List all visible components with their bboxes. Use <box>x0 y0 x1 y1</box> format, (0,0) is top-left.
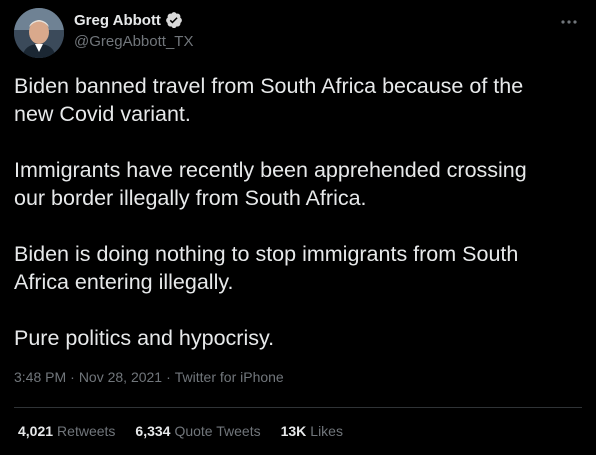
retweets-label: Retweets <box>57 423 116 439</box>
tweet-text: Biden banned travel from South Africa be… <box>14 72 582 352</box>
quote-tweets-label: Quote Tweets <box>174 423 261 439</box>
likes-label: Likes <box>310 423 343 439</box>
tweet-source[interactable]: Twitter for iPhone <box>175 369 284 385</box>
meta-separator: · <box>166 369 171 385</box>
avatar-image <box>14 8 64 58</box>
engagement-stats: 4,021 Retweets 6,334 Quote Tweets 13K Likes <box>18 423 363 439</box>
quote-tweets-stat[interactable]: 6,334 Quote Tweets <box>135 423 260 439</box>
tweet-container: Greg Abbott @GregAbbott_TX Biden banned … <box>0 0 596 455</box>
verified-badge-icon <box>165 11 183 29</box>
tweet-date[interactable]: Nov 28, 2021 <box>79 369 162 385</box>
tweet-header: Greg Abbott @GregAbbott_TX <box>14 8 582 60</box>
retweets-stat[interactable]: 4,021 Retweets <box>18 423 115 439</box>
tweet-meta: 3:48 PM · Nov 28, 2021 · Twitter for iPhone <box>14 369 284 385</box>
meta-separator: · <box>70 369 75 385</box>
quote-tweets-count: 6,334 <box>135 423 171 439</box>
tweet-paragraph: Immigrants have recently been apprehende… <box>14 158 527 210</box>
likes-count: 13K <box>280 423 307 439</box>
more-options-icon[interactable] <box>560 14 578 24</box>
tweet-time[interactable]: 3:48 PM <box>14 369 66 385</box>
divider <box>14 407 582 408</box>
name-row: Greg Abbott <box>74 10 193 30</box>
author-handle[interactable]: @GregAbbott_TX <box>74 33 193 50</box>
tweet-paragraph: Pure politics and hypocrisy. <box>14 326 275 350</box>
likes-stat[interactable]: 13K Likes <box>281 423 343 439</box>
retweets-count: 4,021 <box>18 423 54 439</box>
author-name[interactable]: Greg Abbott <box>74 12 161 29</box>
tweet-paragraph: Biden is doing nothing to stop immigrant… <box>14 242 519 294</box>
tweet-paragraph: Biden banned travel from South Africa be… <box>14 74 524 126</box>
avatar[interactable] <box>14 8 64 58</box>
author-names: Greg Abbott @GregAbbott_TX <box>74 10 193 51</box>
